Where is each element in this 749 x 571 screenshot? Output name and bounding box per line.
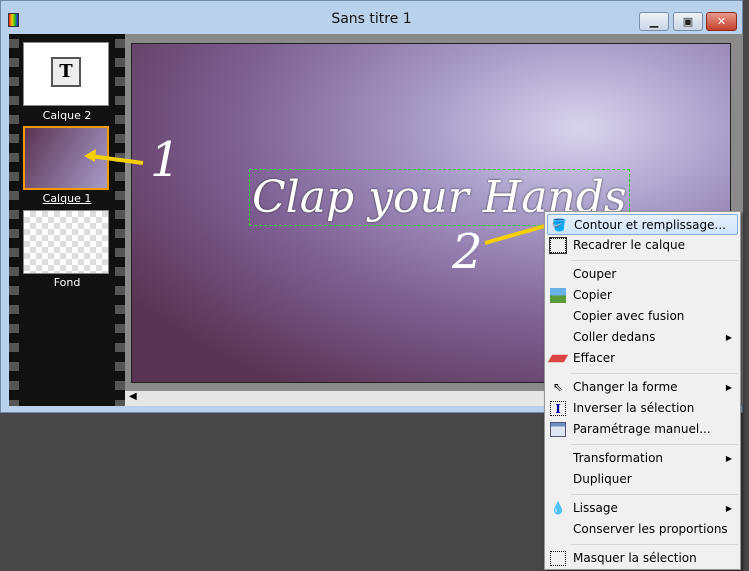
submenu-arrow-icon: ▶ [725,454,732,463]
menu-label: Paramétrage manuel... [573,422,711,436]
menu-item-coller-dedans[interactable]: Coller dedans ▶ [547,327,738,348]
menu-label: Copier [573,288,612,302]
menu-item-lissage[interactable]: 💧 Lissage ▶ [547,498,738,519]
menu-item-copier-fusion[interactable]: Copier avec fusion [547,306,738,327]
context-menu: 🪣 Contour et remplissage... Recadrer le c… [544,211,741,570]
separator [571,444,738,445]
menu-label: Lissage [573,501,618,515]
menu-item-recadrer[interactable]: Recadrer le calque [547,235,738,256]
separator [571,260,738,261]
menu-label: Masquer la sélection [573,551,697,565]
menu-item-masquer[interactable]: Masquer la sélection [547,548,738,569]
separator [571,544,738,545]
menu-label: Transformation [573,451,664,465]
menu-item-contour[interactable]: 🪣 Contour et remplissage... [547,214,738,235]
menu-item-couper[interactable]: Couper [547,264,738,285]
arrow-1-head [84,149,96,162]
menu-label: Dupliquer [573,472,632,486]
menu-label: Conserver les proportions [573,522,728,536]
submenu-arrow-icon: ▶ [725,383,732,392]
menu-label: Effacer [573,351,616,365]
window-settings-icon [550,422,566,437]
separator [571,373,738,374]
cursor-icon: ⇖ [552,380,564,394]
menu-item-parametrage[interactable]: Paramétrage manuel... [547,419,738,440]
menu-item-inverser[interactable]: I Inverser la sélection [547,398,738,419]
invert-selection-icon: I [550,401,566,416]
menu-label: Contour et remplissage... [574,218,726,232]
menu-label: Inverser la sélection [573,401,695,415]
menu-label: Copier avec fusion [573,309,685,323]
menu-label: Changer la forme [573,380,678,394]
menu-item-dupliquer[interactable]: Dupliquer [547,469,738,490]
crop-icon [549,237,567,254]
paint-bucket-icon: 🪣 [551,218,567,232]
copy-images-icon [550,288,566,303]
menu-item-conserver[interactable]: Conserver les proportions [547,519,738,540]
eraser-icon [547,354,569,363]
menu-item-copier[interactable]: Copier [547,285,738,306]
arrow-1 [89,154,144,165]
arrow-2 [484,224,546,245]
separator [571,494,738,495]
menu-label: Coller dedans [573,330,656,344]
menu-label: Recadrer le calque [573,238,685,252]
menu-item-changer-forme[interactable]: ⇖ Changer la forme ▶ [547,377,738,398]
drop-icon: 💧 [550,501,566,515]
hide-selection-icon [550,551,566,566]
menu-item-transformation[interactable]: Transformation ▶ [547,448,738,469]
menu-label: Couper [573,267,617,281]
menu-item-effacer[interactable]: Effacer [547,348,738,369]
submenu-arrow-icon: ▶ [725,333,732,342]
submenu-arrow-icon: ▶ [725,504,732,513]
